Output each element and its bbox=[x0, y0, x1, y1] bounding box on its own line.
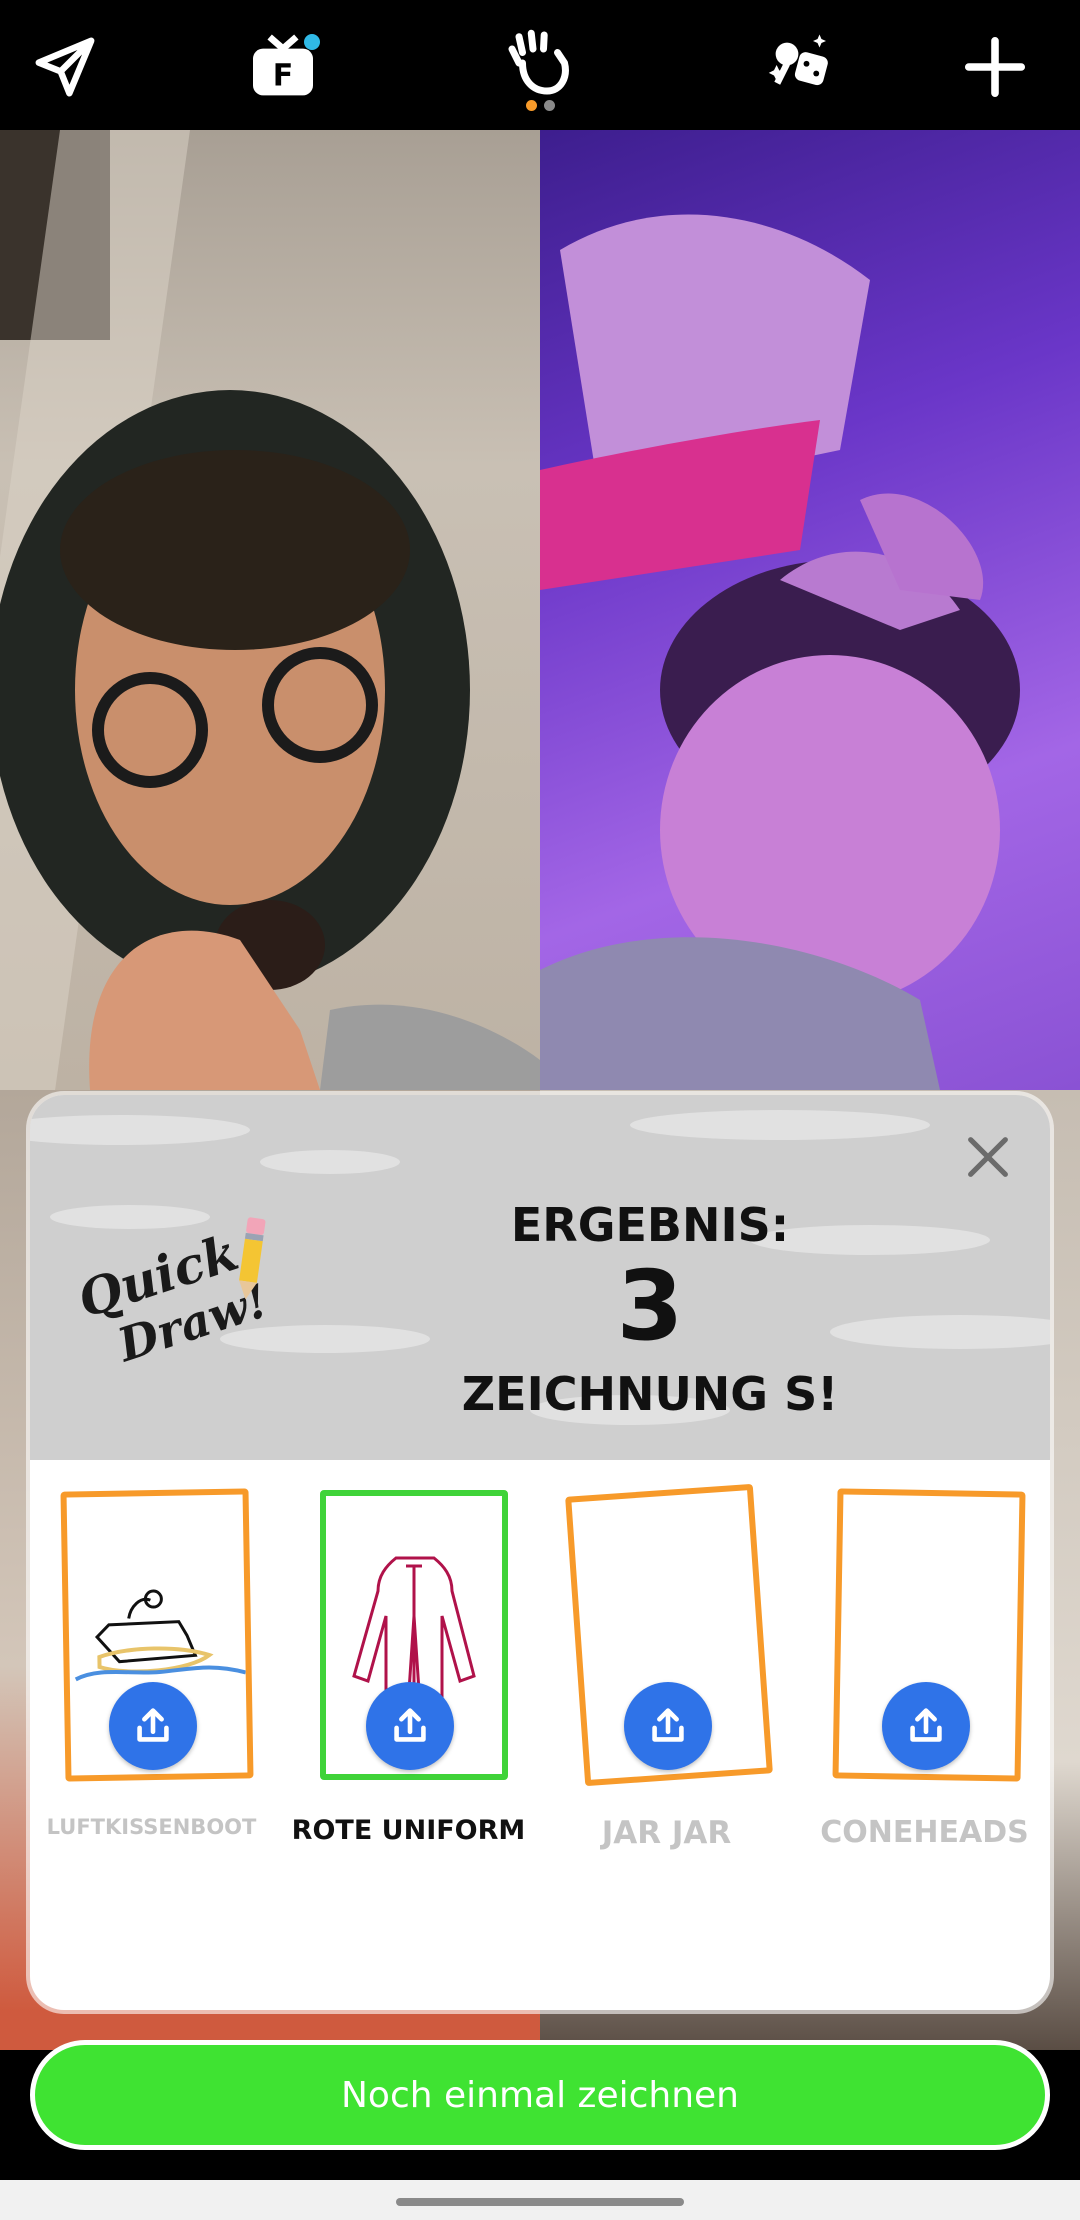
participant-1-image bbox=[0, 130, 540, 1090]
participant-2-image bbox=[540, 214, 1020, 1090]
video-tile-participant-2 bbox=[540, 130, 1080, 1090]
result-subtitle: ZEICHNUNG S! bbox=[461, 1367, 839, 1421]
pager-dot bbox=[544, 100, 555, 111]
home-indicator[interactable] bbox=[396, 2198, 684, 2206]
send-icon[interactable] bbox=[20, 22, 110, 112]
system-nav-bar bbox=[0, 2180, 1080, 2220]
drawing-label: JAR JAR bbox=[601, 1815, 732, 1851]
tv-f-icon[interactable]: F bbox=[238, 22, 328, 112]
games-icon[interactable] bbox=[755, 22, 845, 112]
notification-dot bbox=[304, 34, 320, 50]
share-drawing-button[interactable] bbox=[882, 1682, 970, 1770]
drawing-label: CONEHEADS bbox=[820, 1815, 1029, 1850]
result-heading: ERGEBNIS: bbox=[510, 1198, 790, 1252]
share-icon bbox=[137, 1708, 169, 1742]
draw-again-button[interactable]: Noch einmal zeichnen bbox=[30, 2040, 1050, 2150]
svg-text:F: F bbox=[273, 58, 294, 93]
pager-dot-active bbox=[526, 100, 537, 111]
result-header: Quick Draw! ERGEBNIS: 3 ZEICHNUNG S! bbox=[30, 1095, 1050, 1460]
draw-again-label: Noch einmal zeichnen bbox=[341, 2074, 739, 2116]
share-drawing-button[interactable] bbox=[366, 1682, 454, 1770]
plus-icon[interactable] bbox=[950, 22, 1040, 112]
quick-draw-logo: Quick Draw! bbox=[71, 1217, 274, 1373]
top-bar: F bbox=[0, 0, 1080, 130]
share-drawing-button[interactable] bbox=[109, 1682, 197, 1770]
drawings-list: LUFTKISSENBOOT ROTE UNIFORM JAR JAR CONE… bbox=[30, 1460, 1050, 2010]
share-icon bbox=[910, 1708, 942, 1742]
share-icon bbox=[652, 1708, 684, 1742]
share-icon bbox=[394, 1708, 426, 1742]
share-drawing-button[interactable] bbox=[624, 1682, 712, 1770]
wave-hand-icon[interactable] bbox=[495, 18, 585, 108]
close-icon[interactable] bbox=[962, 1131, 1014, 1183]
result-count: 3 bbox=[616, 1250, 684, 1362]
video-tile-participant-1 bbox=[0, 130, 540, 1090]
drawing-label: ROTE UNIFORM bbox=[291, 1815, 526, 1846]
quick-draw-result-panel: Quick Draw! ERGEBNIS: 3 ZEICHNUNG S! LUF… bbox=[30, 1095, 1050, 2010]
drawing-label: LUFTKISSENBOOT bbox=[46, 1815, 257, 1839]
